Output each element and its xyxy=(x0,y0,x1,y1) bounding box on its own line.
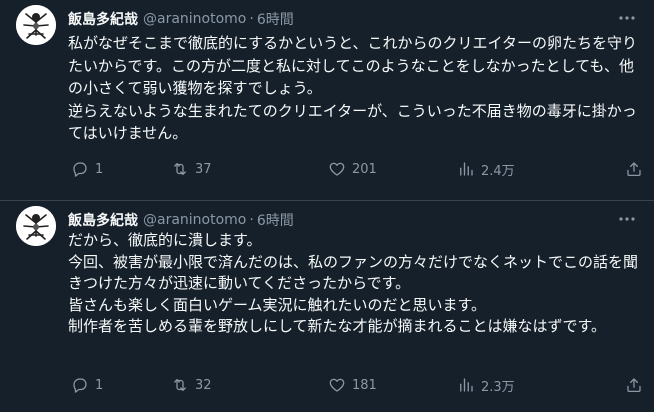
like-count: 201 xyxy=(352,161,377,177)
view-count: 2.4万 xyxy=(481,163,515,179)
views-button[interactable]: 2.3万 xyxy=(457,376,515,395)
user-handle[interactable]: @araninotomo xyxy=(143,212,246,228)
display-name[interactable]: 飯島多紀哉 xyxy=(68,210,138,230)
reply-icon xyxy=(73,378,87,393)
action-bar: 1 32 181 2.3万 xyxy=(68,374,641,396)
retweet-count: 37 xyxy=(195,161,212,177)
separator: · xyxy=(249,11,254,27)
tweet-text: 私がなぜそこまで徹底的にするかというと、これからのクリエイターの卵たちを守りたい… xyxy=(68,34,637,142)
timestamp[interactable]: 6時間 xyxy=(257,210,294,230)
analytics-icon xyxy=(460,162,473,176)
tweet-text: だから、徹底的に潰します。 今回、被害が最小限で済んだのは、私のファンの方々だけ… xyxy=(68,231,639,335)
more-horizontal-icon xyxy=(619,16,635,20)
retweet-button[interactable]: 37 xyxy=(171,160,212,178)
tweet[interactable]: 飯島多紀哉 @araninotomo · 6時間 だから、徹底的に潰します。 今… xyxy=(0,201,654,412)
retweet-count: 32 xyxy=(195,377,212,393)
like-count: 181 xyxy=(352,377,377,393)
reply-button[interactable]: 1 xyxy=(71,160,103,178)
tweet-header: 飯島多紀哉 @araninotomo · 6時間 xyxy=(68,210,294,230)
share-button[interactable] xyxy=(625,160,643,178)
share-icon xyxy=(627,378,641,393)
tweet-header: 飯島多紀哉 @araninotomo · 6時間 xyxy=(68,9,294,29)
share-button[interactable] xyxy=(625,376,643,394)
retweet-icon xyxy=(174,379,186,391)
action-bar: 1 37 201 2.4万 xyxy=(68,158,641,180)
reply-count: 1 xyxy=(95,161,104,177)
analytics-icon xyxy=(460,378,473,392)
views-button[interactable]: 2.4万 xyxy=(457,160,515,179)
more-options-button[interactable] xyxy=(616,8,638,28)
reply-icon xyxy=(73,162,87,177)
tweet[interactable]: 飯島多紀哉 @araninotomo · 6時間 私がなぜそこまで徹底的にするか… xyxy=(0,0,654,201)
retweet-icon xyxy=(174,163,186,175)
share-icon xyxy=(627,162,641,177)
display-name[interactable]: 飯島多紀哉 xyxy=(68,9,138,29)
heart-icon xyxy=(329,162,345,176)
separator: · xyxy=(249,212,254,228)
more-horizontal-icon xyxy=(619,217,635,221)
like-button[interactable]: 201 xyxy=(328,160,377,178)
avatar[interactable] xyxy=(16,206,56,246)
more-options-button[interactable] xyxy=(616,209,638,229)
avatar[interactable] xyxy=(16,5,56,45)
avatar-illustration-icon xyxy=(16,206,56,246)
reply-button[interactable]: 1 xyxy=(71,376,103,394)
heart-icon xyxy=(329,378,345,392)
reply-count: 1 xyxy=(95,377,104,393)
timestamp[interactable]: 6時間 xyxy=(257,9,294,29)
like-button[interactable]: 181 xyxy=(328,376,377,394)
view-count: 2.3万 xyxy=(481,379,515,395)
user-handle[interactable]: @araninotomo xyxy=(143,11,246,27)
avatar-illustration-icon xyxy=(16,5,56,45)
retweet-button[interactable]: 32 xyxy=(171,376,212,394)
